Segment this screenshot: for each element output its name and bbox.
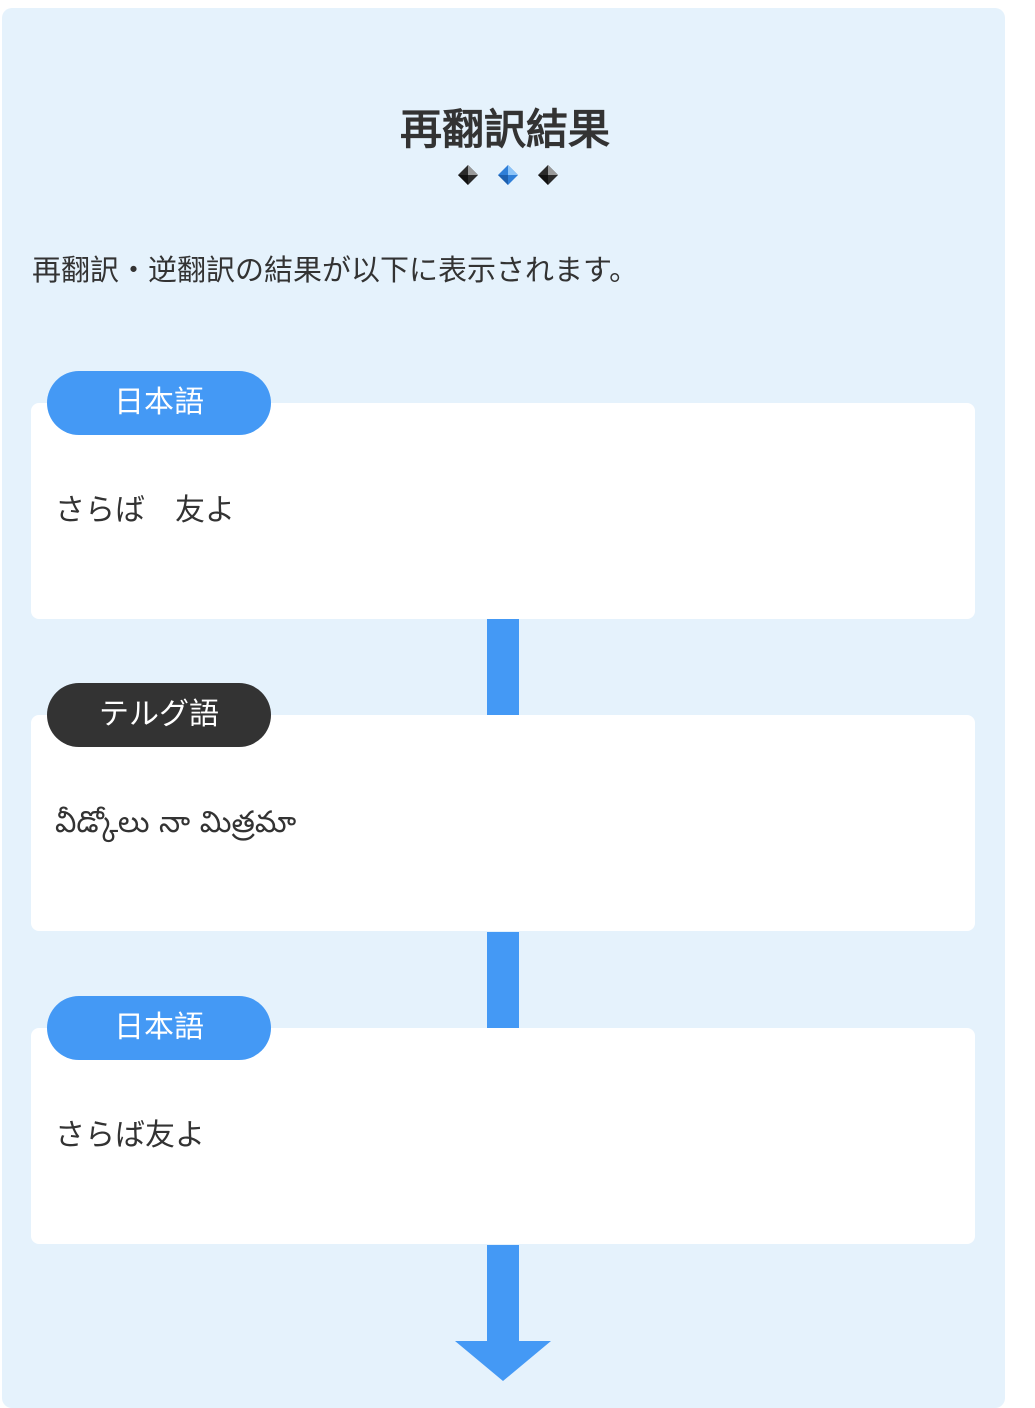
diamond-ornament-icon: [458, 165, 558, 185]
down-arrow-icon: [455, 1341, 551, 1381]
language-badge-telugu: テルグ語: [47, 683, 271, 747]
intro-text: 再翻訳・逆翻訳の結果が以下に表示されます。: [32, 253, 639, 287]
result-card-telugu: వీడ్కోలు నా మిత్రమా: [31, 715, 975, 931]
result-card-japanese-original: さらば 友よ: [31, 403, 975, 619]
language-badge-japanese: 日本語: [47, 371, 271, 435]
result-card-japanese-back-translation: さらば友よ: [31, 1028, 975, 1244]
result-text: さらば 友よ: [55, 493, 235, 528]
result-text: వీడ్కోలు నా మిత్రమా: [55, 805, 297, 840]
page-title: 再翻訳結果: [399, 105, 610, 154]
flow-arrow-shaft: [487, 1245, 519, 1343]
flow-connector: [487, 619, 519, 715]
language-badge-japanese: 日本語: [47, 996, 271, 1060]
flow-connector: [487, 932, 519, 1028]
result-text: さらば友よ: [55, 1118, 205, 1153]
